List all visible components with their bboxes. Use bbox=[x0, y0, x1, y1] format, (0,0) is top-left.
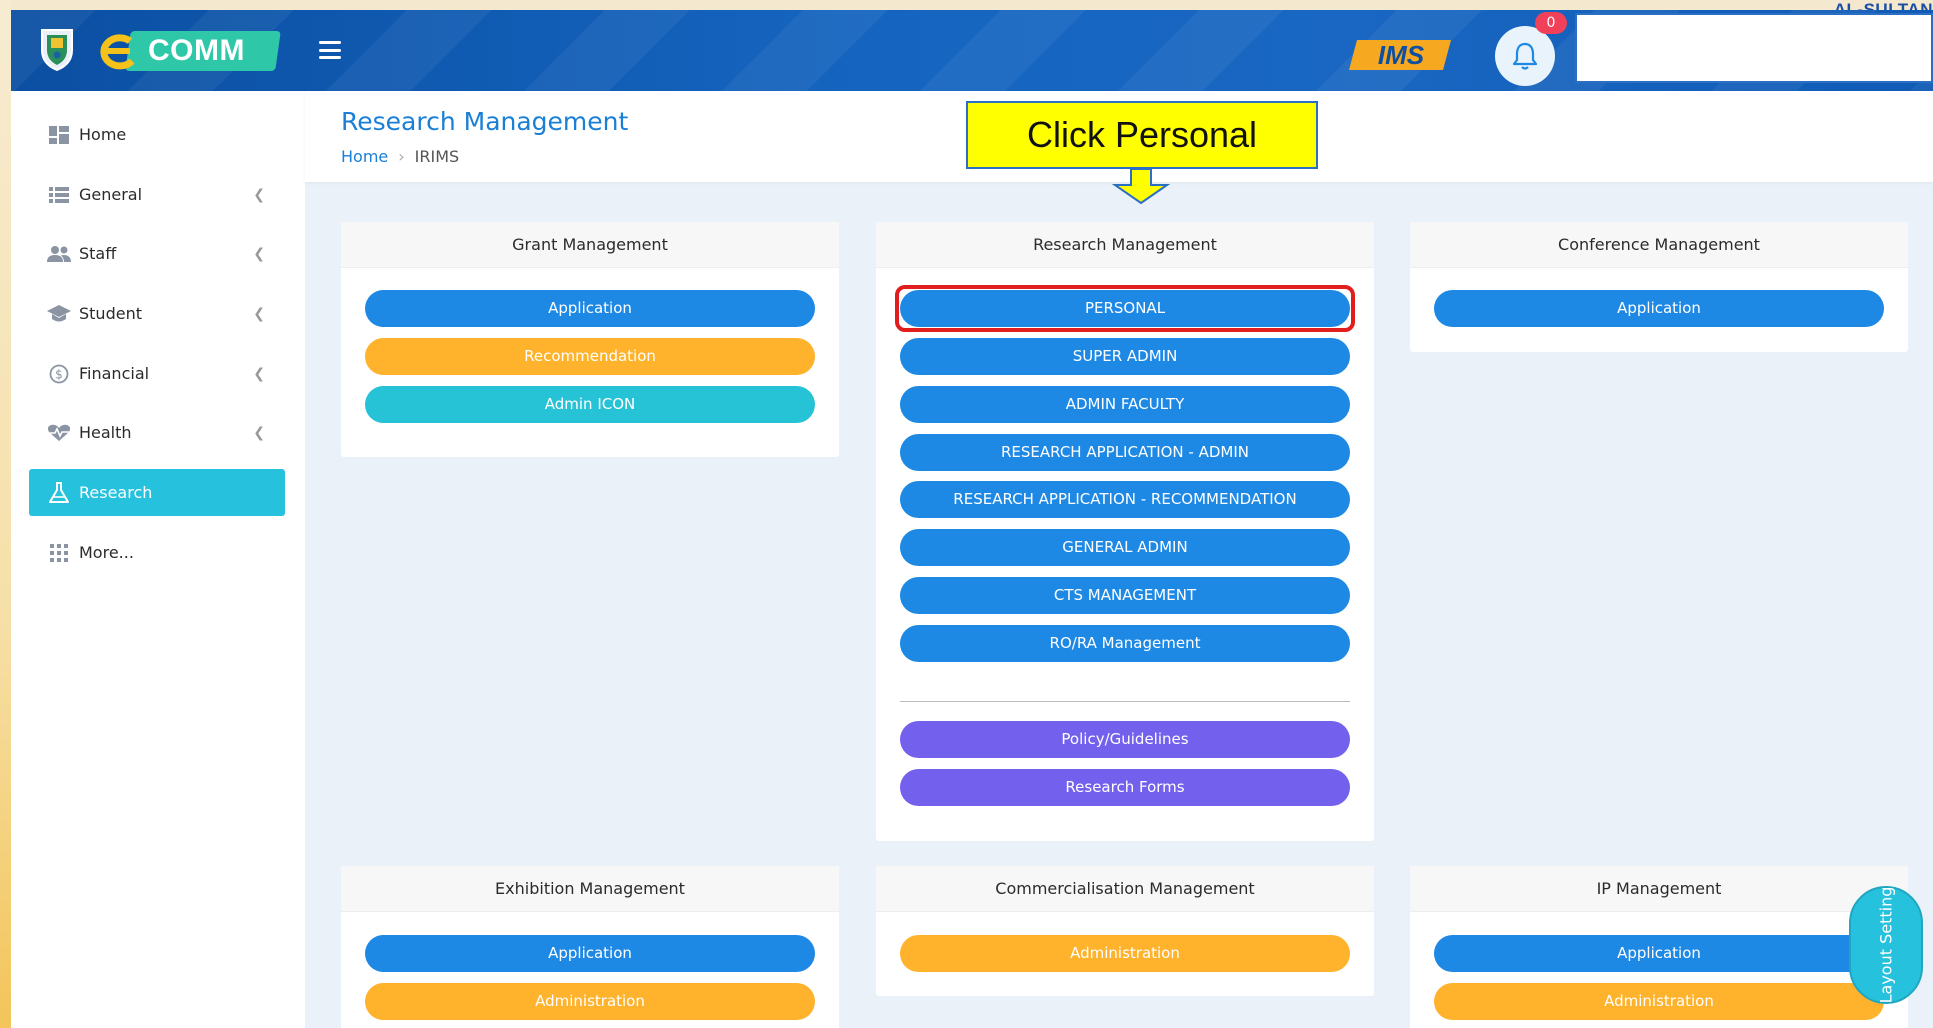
brand-text: COMM bbox=[148, 34, 245, 67]
ims-logo[interactable]: IMS bbox=[1347, 36, 1455, 74]
chevron-left-icon: ❮ bbox=[253, 186, 265, 203]
university-crest-icon bbox=[41, 29, 73, 72]
sidebar-item-general[interactable]: General ❮ bbox=[29, 171, 285, 218]
app-window: COMM IMS 0 Home General ❮ Staff ❮ Studen… bbox=[11, 10, 1933, 1028]
commercialisation-management-card: Commercialisation Management Administrat… bbox=[876, 866, 1374, 996]
sidebar-item-more[interactable]: More... bbox=[29, 529, 285, 576]
exhibition-administration-button[interactable]: Administration bbox=[365, 983, 815, 1020]
ecomm-logo[interactable]: COMM bbox=[94, 29, 281, 71]
breadcrumb-current: IRIMS bbox=[414, 147, 460, 166]
grant-application-button[interactable]: Application bbox=[365, 290, 815, 327]
divider bbox=[900, 701, 1350, 702]
commercialisation-administration-button[interactable]: Administration bbox=[900, 935, 1350, 972]
sidebar-item-health[interactable]: Health ❮ bbox=[29, 409, 285, 456]
list-icon bbox=[45, 186, 73, 203]
cts-management-button[interactable]: CTS MANAGEMENT bbox=[900, 577, 1350, 614]
general-admin-button[interactable]: GENERAL ADMIN bbox=[900, 529, 1350, 566]
research-application-admin-button[interactable]: RESEARCH APPLICATION - ADMIN bbox=[900, 434, 1350, 471]
ip-management-card: IP Management Application Administration bbox=[1410, 866, 1908, 1028]
instruction-callout: Click Personal bbox=[966, 101, 1318, 169]
grid-icon bbox=[45, 543, 73, 562]
highlight-box bbox=[895, 285, 1355, 332]
breadcrumb: Home › IRIMS bbox=[341, 147, 459, 166]
layout-setting-label: Layout Setting bbox=[1876, 886, 1896, 1004]
admin-faculty-button[interactable]: ADMIN FACULTY bbox=[900, 386, 1350, 423]
card-title: Exhibition Management bbox=[341, 866, 839, 912]
chevron-left-icon: ❮ bbox=[253, 365, 265, 382]
research-forms-button[interactable]: Research Forms bbox=[900, 769, 1350, 806]
arrow-down-icon bbox=[1111, 169, 1171, 205]
breadcrumb-home-link[interactable]: Home bbox=[341, 147, 388, 166]
ro-ra-management-button[interactable]: RO/RA Management bbox=[900, 625, 1350, 662]
grant-management-card: Grant Management Application Recommendat… bbox=[341, 222, 839, 457]
card-title: Grant Management bbox=[341, 222, 839, 268]
admin-icon-button[interactable]: Admin ICON bbox=[365, 386, 815, 423]
heartbeat-icon bbox=[45, 424, 73, 442]
conference-management-card: Conference Management Application bbox=[1410, 222, 1908, 352]
menu-toggle-button[interactable] bbox=[319, 41, 341, 59]
users-icon bbox=[45, 245, 73, 262]
flask-icon bbox=[45, 481, 73, 504]
ip-administration-button[interactable]: Administration bbox=[1434, 983, 1884, 1020]
sidebar-item-home[interactable]: Home bbox=[29, 111, 285, 158]
svg-text:IMS: IMS bbox=[1378, 40, 1425, 70]
notification-button[interactable] bbox=[1495, 26, 1555, 86]
top-decoration bbox=[0, 0, 1933, 10]
page-title: Research Management bbox=[341, 107, 629, 136]
notification-badge: 0 bbox=[1535, 12, 1567, 34]
sidebar-item-research[interactable]: Research bbox=[29, 469, 285, 516]
dashboard-icon bbox=[45, 125, 73, 144]
super-admin-button[interactable]: SUPER ADMIN bbox=[900, 338, 1350, 375]
card-title: Commercialisation Management bbox=[876, 866, 1374, 912]
sidebar: Home General ❮ Staff ❮ Student ❮ $ Finan… bbox=[11, 91, 305, 1028]
card-title: Research Management bbox=[876, 222, 1374, 268]
policy-guidelines-button[interactable]: Policy/Guidelines bbox=[900, 721, 1350, 758]
screen: AL-SULTAN COMM bbox=[0, 0, 1933, 1028]
chevron-left-icon: ❮ bbox=[253, 245, 265, 262]
svg-text:$: $ bbox=[55, 367, 63, 381]
sidebar-item-staff[interactable]: Staff ❮ bbox=[29, 230, 285, 277]
header-blank-panel bbox=[1575, 13, 1933, 83]
dollar-icon: $ bbox=[45, 364, 73, 384]
ip-application-button[interactable]: Application bbox=[1434, 935, 1884, 972]
graduation-cap-icon bbox=[45, 304, 73, 323]
layout-setting-button[interactable]: Layout Setting bbox=[1849, 886, 1923, 1004]
ecomm-e-icon bbox=[100, 34, 135, 70]
top-header: COMM IMS 0 bbox=[11, 10, 1933, 91]
conference-application-button[interactable]: Application bbox=[1434, 290, 1884, 327]
sidebar-item-financial[interactable]: $ Financial ❮ bbox=[29, 350, 285, 397]
chevron-right-icon: › bbox=[398, 147, 405, 166]
chevron-left-icon: ❮ bbox=[253, 424, 265, 441]
chevron-left-icon: ❮ bbox=[253, 305, 265, 322]
card-title: IP Management bbox=[1410, 866, 1908, 912]
research-management-card: Research Management PERSONAL SUPER ADMIN… bbox=[876, 222, 1374, 841]
research-application-recommendation-button[interactable]: RESEARCH APPLICATION - RECOMMENDATION bbox=[900, 481, 1350, 518]
exhibition-management-card: Exhibition Management Application Admini… bbox=[341, 866, 839, 1028]
card-title: Conference Management bbox=[1410, 222, 1908, 268]
grant-recommendation-button[interactable]: Recommendation bbox=[365, 338, 815, 375]
bell-icon bbox=[1512, 42, 1538, 70]
exhibition-application-button[interactable]: Application bbox=[365, 935, 815, 972]
left-decoration bbox=[0, 0, 11, 1028]
sidebar-item-student[interactable]: Student ❮ bbox=[29, 290, 285, 337]
